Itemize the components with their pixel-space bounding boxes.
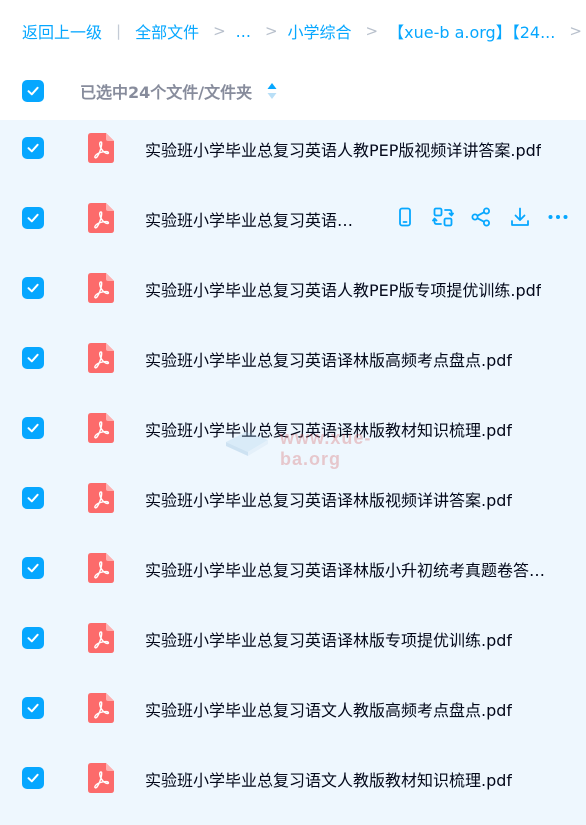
pdf-file-icon	[88, 203, 114, 233]
file-row[interactable]: 实验班小学毕业总复习英语译林版视频详讲答案.pdf	[0, 470, 586, 540]
breadcrumb-separator: >	[569, 22, 582, 40]
selection-header: 已选中24个文件/文件夹	[0, 62, 586, 120]
check-icon	[27, 563, 39, 573]
file-name[interactable]: 实验班小学毕业总复习英语译林版小升初统考真题卷答案.pdf	[145, 557, 555, 581]
selection-count: 已选中24个文件/文件夹	[80, 83, 253, 102]
file-list: 实验班小学毕业总复习英语人教PEP版视频详讲答案.pdf 实验班小学毕业总复习英…	[0, 120, 586, 825]
download-icon[interactable]	[509, 206, 531, 228]
row-checkbox[interactable]	[22, 487, 44, 509]
file-row[interactable]: 实验班小学毕业总复习英语人教PEP版小升初统考真题卷答案.pdf	[0, 190, 586, 260]
file-name[interactable]: 实验班小学毕业总复习英语译林版教材知识梳理.pdf	[145, 417, 512, 441]
row-checkbox[interactable]	[22, 767, 44, 789]
file-row[interactable]: 实验班小学毕业总复习英语译林版教材知识梳理.pdf	[0, 400, 586, 470]
check-icon	[27, 493, 39, 503]
pdf-file-icon	[88, 623, 114, 653]
check-icon	[27, 143, 39, 153]
check-icon	[27, 423, 39, 433]
file-row[interactable]: 实验班小学毕业总复习英语人教PEP版专项提优训练.pdf	[0, 260, 586, 330]
file-row[interactable]: 实验班小学毕业总复习语文人教版教材知识梳理.pdf	[0, 750, 586, 820]
pdf-file-icon	[88, 273, 114, 303]
breadcrumb-separator: >	[365, 22, 379, 40]
file-row[interactable]: 实验班小学毕业总复习英语译林版专项提优训练.pdf	[0, 610, 586, 680]
row-checkbox[interactable]	[22, 417, 44, 439]
row-checkbox[interactable]	[22, 137, 44, 159]
pdf-file-icon	[88, 413, 114, 443]
file-row[interactable]: 实验班小学毕业总复习英语人教PEP版视频详讲答案.pdf	[0, 120, 586, 190]
row-checkbox[interactable]	[22, 557, 44, 579]
back-link[interactable]: 返回上一级	[22, 19, 102, 43]
breadcrumb-separator: >	[213, 22, 226, 40]
row-checkbox[interactable]	[22, 627, 44, 649]
file-name[interactable]: 实验班小学毕业总复习语文人教版教材知识梳理.pdf	[145, 767, 512, 791]
check-icon	[27, 283, 39, 293]
file-name[interactable]: 实验班小学毕业总复习语文人教版高频考点盘点.pdf	[145, 697, 512, 721]
breadcrumb-separator: >	[264, 22, 278, 40]
pdf-file-icon	[88, 693, 114, 723]
breadcrumb: 返回上一级 | 全部文件 > ... > 小学综合 > 【xue-b a.org…	[0, 0, 586, 62]
row-checkbox[interactable]	[22, 277, 44, 299]
file-name[interactable]: 实验班小学毕业总复习英语译林版视频详讲答案.pdf	[145, 487, 512, 511]
check-icon	[27, 86, 39, 96]
file-browser: 返回上一级 | 全部文件 > ... > 小学综合 > 【xue-b a.org…	[0, 0, 586, 825]
breadcrumb-all-files[interactable]: 全部文件	[135, 19, 199, 43]
file-name[interactable]: 实验班小学毕业总复习英语译林版专项提优训练.pdf	[145, 627, 512, 651]
breadcrumb-divider: |	[116, 22, 122, 40]
file-row[interactable]: 实验班小学毕业总复习语文人教版高频考点盘点.pdf	[0, 680, 586, 750]
select-all-checkbox[interactable]	[22, 80, 44, 102]
pdf-file-icon	[88, 763, 114, 793]
more-icon[interactable]	[547, 206, 569, 228]
breadcrumb-folder-primary[interactable]: 小学综合	[288, 19, 352, 43]
file-name[interactable]: 实验班小学毕业总复习英语译林版高频考点盘点.pdf	[145, 347, 512, 371]
pdf-file-icon	[88, 553, 114, 583]
transfer-icon[interactable]	[432, 206, 454, 228]
row-checkbox[interactable]	[22, 697, 44, 719]
check-icon	[27, 213, 39, 223]
pdf-file-icon	[88, 133, 114, 163]
breadcrumb-ellipsis[interactable]: ...	[236, 22, 251, 41]
file-row[interactable]: 实验班小学毕业总复习英语译林版高频考点盘点.pdf	[0, 330, 586, 400]
pdf-file-icon	[88, 343, 114, 373]
check-icon	[27, 353, 39, 363]
phone-icon[interactable]	[394, 206, 416, 228]
breadcrumb-folder-sub[interactable]: 【xue-b a.org】【24...	[388, 19, 555, 43]
row-checkbox[interactable]	[22, 207, 44, 229]
file-name[interactable]: 实验班小学毕业总复习英语人教PEP版专项提优训练.pdf	[145, 277, 541, 301]
file-name[interactable]: 实验班小学毕业总复习英语人教PEP版视频详讲答案.pdf	[145, 137, 541, 161]
check-icon	[27, 703, 39, 713]
sort-updown-icon[interactable]	[266, 81, 278, 101]
file-row[interactable]: 实验班小学毕业总复习英语译林版小升初统考真题卷答案.pdf	[0, 540, 586, 610]
row-checkbox[interactable]	[22, 347, 44, 369]
share-icon[interactable]	[470, 206, 492, 228]
check-icon	[27, 633, 39, 643]
file-name[interactable]: 实验班小学毕业总复习英语人教PEP版小升初统考真题卷答案.pdf	[145, 207, 359, 231]
check-icon	[27, 773, 39, 783]
pdf-file-icon	[88, 483, 114, 513]
